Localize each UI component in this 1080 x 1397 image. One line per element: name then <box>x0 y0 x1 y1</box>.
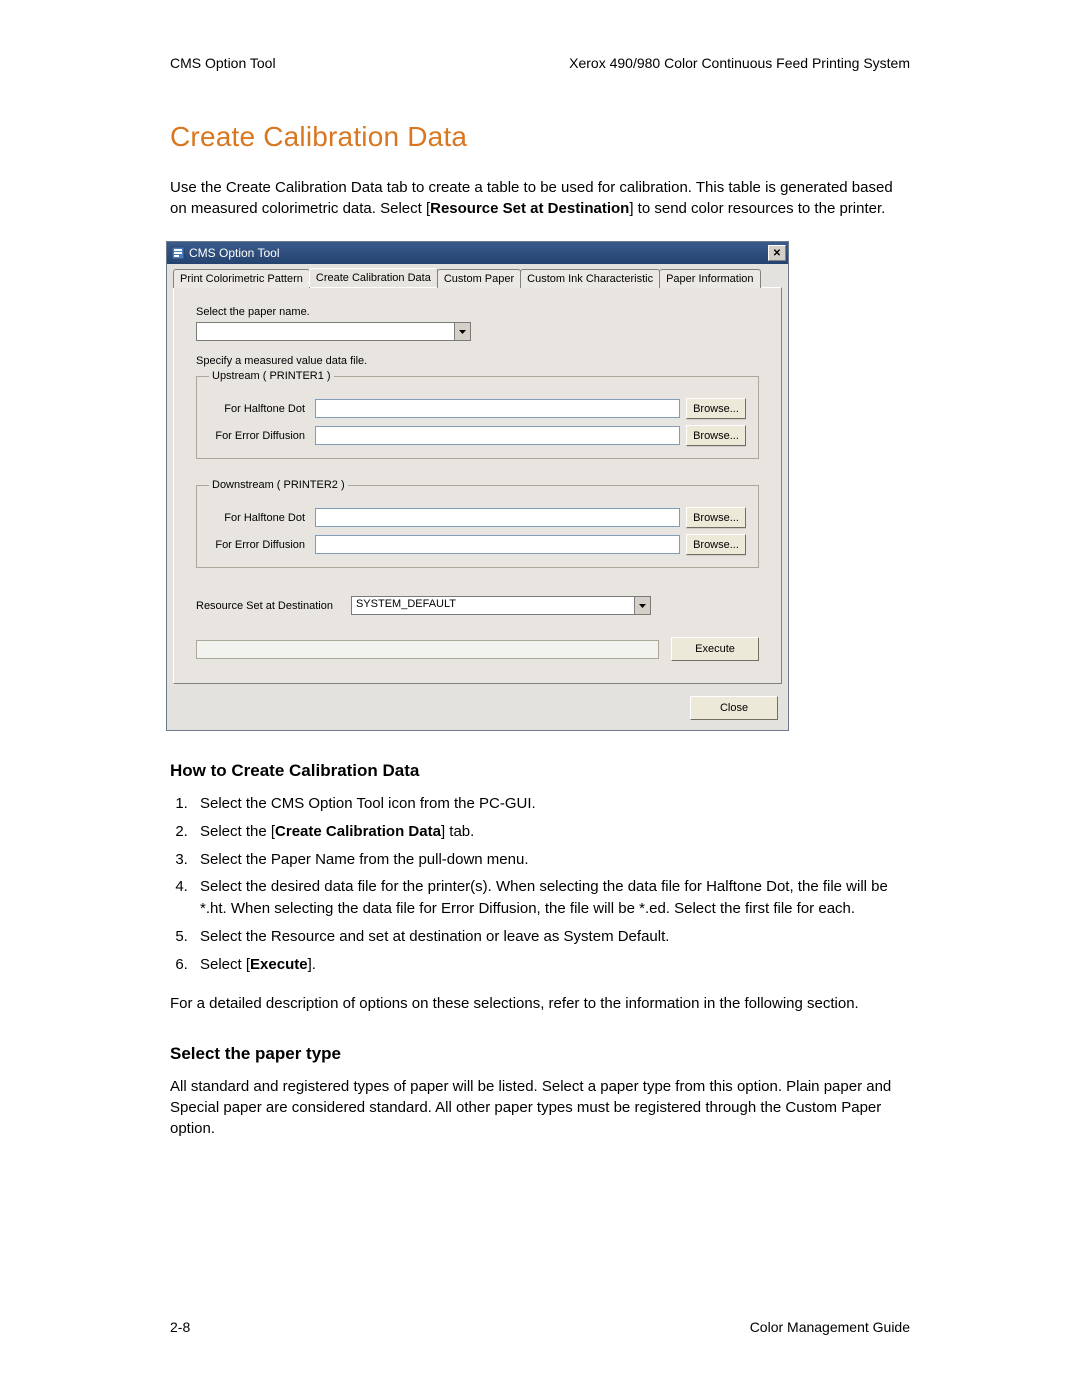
status-field <box>196 640 659 659</box>
resource-set-dropdown[interactable]: SYSTEM_DEFAULT <box>351 596 651 615</box>
intro-paragraph: Use the Create Calibration Data tab to c… <box>170 177 910 219</box>
after-steps-text: For a detailed description of options on… <box>170 993 910 1014</box>
d-errordiff-input[interactable] <box>315 535 680 554</box>
doc-header-right: Xerox 490/980 Color Continuous Feed Prin… <box>569 55 910 71</box>
footer-title: Color Management Guide <box>750 1319 910 1335</box>
specify-file-label: Specify a measured value data file. <box>196 355 759 367</box>
tab-panel: Select the paper name. Specify a measure… <box>173 287 782 684</box>
page-number: 2-8 <box>170 1319 190 1335</box>
tab-custom-paper[interactable]: Custom Paper <box>437 269 521 288</box>
list-item: Select the desired data file for the pri… <box>192 876 910 920</box>
dialog-title: CMS Option Tool <box>189 246 280 260</box>
select-paper-heading: Select the paper type <box>170 1044 910 1064</box>
u-halftone-browse-button[interactable]: Browse... <box>686 398 746 419</box>
close-button[interactable]: Close <box>690 696 778 720</box>
d-halftone-browse-button[interactable]: Browse... <box>686 507 746 528</box>
u-halftone-input[interactable] <box>315 399 680 418</box>
d-halftone-label: For Halftone Dot <box>209 512 309 524</box>
app-icon <box>171 246 185 260</box>
page-title: Create Calibration Data <box>170 121 910 153</box>
d-halftone-input[interactable] <box>315 508 680 527</box>
u-halftone-label: For Halftone Dot <box>209 403 309 415</box>
paper-name-dropdown[interactable] <box>196 322 471 341</box>
execute-button[interactable]: Execute <box>671 637 759 661</box>
d-errordiff-browse-button[interactable]: Browse... <box>686 534 746 555</box>
chevron-down-icon <box>454 323 470 340</box>
chevron-down-icon <box>634 597 650 614</box>
tabs-row: Print Colorimetric Pattern Create Calibr… <box>167 264 788 287</box>
u-errordiff-label: For Error Diffusion <box>209 430 309 442</box>
upstream-legend: Upstream ( PRINTER1 ) <box>209 370 334 382</box>
list-item: Select the [Create Calibration Data] tab… <box>192 821 910 843</box>
list-item: Select the Paper Name from the pull-down… <box>192 849 910 871</box>
list-item: Select the CMS Option Tool icon from the… <box>192 793 910 815</box>
tab-print-colorimetric-pattern[interactable]: Print Colorimetric Pattern <box>173 269 310 288</box>
doc-header-left: CMS Option Tool <box>170 55 276 71</box>
tab-custom-ink-characteristic[interactable]: Custom Ink Characteristic <box>520 269 660 288</box>
select-paper-label: Select the paper name. <box>196 306 759 318</box>
tab-paper-information[interactable]: Paper Information <box>659 269 760 288</box>
select-paper-body: All standard and registered types of pap… <box>170 1076 910 1139</box>
cms-option-tool-dialog: CMS Option Tool ✕ Print Colorimetric Pat… <box>166 241 789 731</box>
u-errordiff-browse-button[interactable]: Browse... <box>686 425 746 446</box>
list-item: Select the Resource and set at destinati… <box>192 926 910 948</box>
tab-create-calibration-data[interactable]: Create Calibration Data <box>309 268 438 287</box>
resource-set-label: Resource Set at Destination <box>196 600 333 612</box>
d-errordiff-label: For Error Diffusion <box>209 539 309 551</box>
list-item: Select [Execute]. <box>192 954 910 976</box>
howto-heading: How to Create Calibration Data <box>170 761 910 781</box>
titlebar: CMS Option Tool ✕ <box>167 242 788 264</box>
steps-list: Select the CMS Option Tool icon from the… <box>170 793 910 975</box>
upstream-group: Upstream ( PRINTER1 ) For Halftone Dot B… <box>196 370 759 459</box>
u-errordiff-input[interactable] <box>315 426 680 445</box>
downstream-legend: Downstream ( PRINTER2 ) <box>209 479 348 491</box>
close-icon[interactable]: ✕ <box>768 245 786 261</box>
downstream-group: Downstream ( PRINTER2 ) For Halftone Dot… <box>196 479 759 568</box>
